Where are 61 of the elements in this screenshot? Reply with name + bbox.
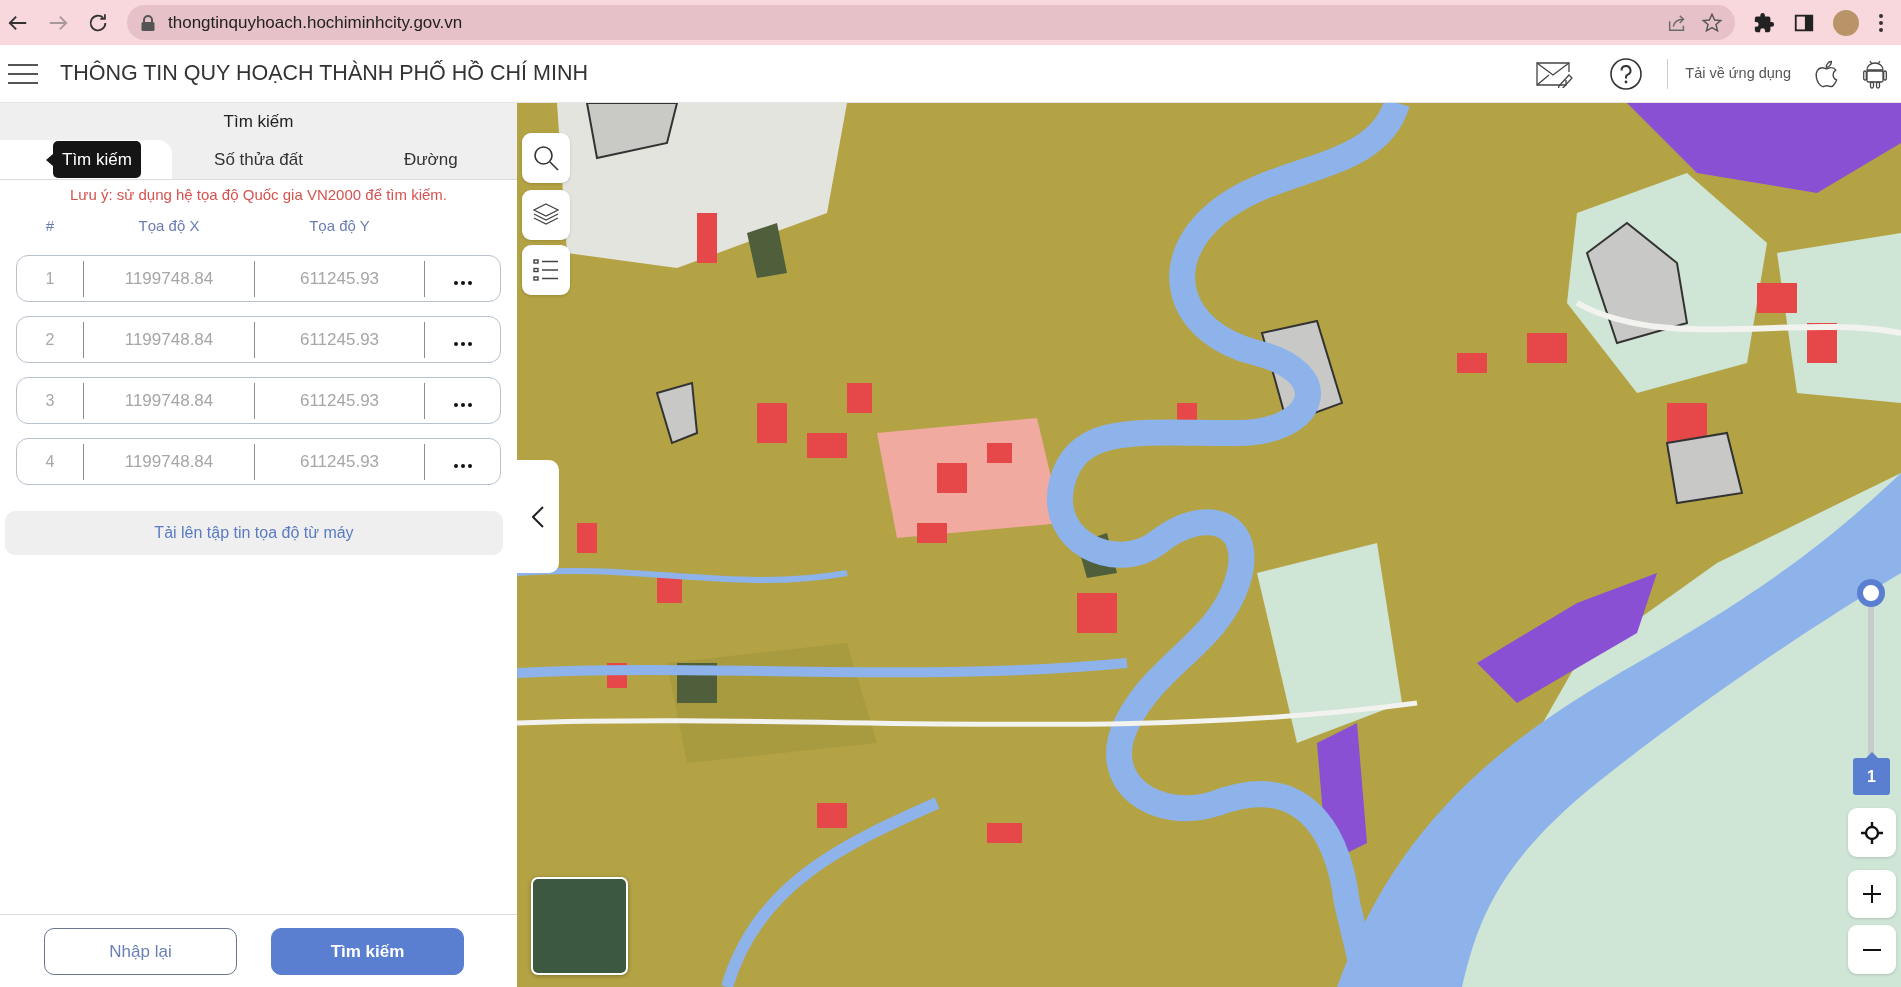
x-coordinate-field[interactable]: 1199748.84 xyxy=(84,380,254,421)
more-options-button[interactable] xyxy=(451,278,474,287)
more-icon xyxy=(453,341,472,346)
row-number: 3 xyxy=(44,390,56,411)
x-coordinate-field[interactable]: 1199748.84 xyxy=(84,441,254,482)
search-submit-button[interactable]: Tìm kiếm xyxy=(271,928,464,975)
download-app-label: Tải về ứng dụng xyxy=(1685,63,1791,83)
coordinate-input-row[interactable]: 2 1199748.84 611245.93 xyxy=(16,316,501,363)
coordinate-input-row[interactable]: 3 1199748.84 611245.93 xyxy=(16,377,501,424)
legend-list-button[interactable] xyxy=(522,245,570,295)
coordinate-input-row[interactable]: 1 1199748.84 611245.93 xyxy=(16,255,501,302)
coordinate-note: Lưu ý: sử dụng hệ tọa độ Quốc gia VN2000 để tìm kiếm. xyxy=(69,185,448,205)
x-coordinate-header: Tọa độ X xyxy=(137,216,201,236)
more-icon xyxy=(453,280,472,285)
reset-button[interactable]: Nhập lại xyxy=(44,928,237,975)
android-icon[interactable] xyxy=(1863,58,1887,89)
y-coordinate-field[interactable]: 611245.93 xyxy=(255,258,424,299)
layers-button[interactable] xyxy=(522,190,570,240)
upload-file-button[interactable]: Tải lên tập tin tọa độ từ máy xyxy=(5,511,503,555)
reload-icon[interactable] xyxy=(87,11,109,34)
zoom-in-button[interactable] xyxy=(1848,870,1896,918)
url-text[interactable]: thongtinquyhoach.hochiminhcity.gov.vn xyxy=(168,9,463,36)
minus-icon xyxy=(1863,948,1881,951)
row-number-header: # xyxy=(44,216,56,236)
tab[interactable]: Đường xyxy=(344,140,517,179)
y-coordinate-field[interactable]: 611245.93 xyxy=(255,319,424,360)
chevron-left-icon xyxy=(532,505,544,528)
lock-icon[interactable] xyxy=(141,14,155,31)
mail-icon[interactable] xyxy=(1536,59,1575,88)
app-title: THÔNG TIN QUY HOẠCH THÀNH PHỐ HỒ CHÍ MINH xyxy=(60,59,588,88)
puzzle-icon[interactable] xyxy=(1753,11,1775,34)
address-bar[interactable]: thongtinquyhoach.hochiminhcity.gov.vn xyxy=(127,5,1735,40)
more-options-button[interactable] xyxy=(451,339,474,348)
menu-icon[interactable] xyxy=(8,62,38,85)
kebab-menu-icon[interactable] xyxy=(1877,11,1885,34)
search-button[interactable] xyxy=(522,133,570,183)
satellite-photo-placeholder[interactable] xyxy=(531,877,628,975)
coordinate-input-row[interactable]: 4 1199748.84 611245.93 xyxy=(16,438,501,485)
tooltip: Tìm kiếm xyxy=(46,141,141,178)
more-options-button[interactable] xyxy=(451,461,474,470)
y-coordinate-field[interactable]: 611245.93 xyxy=(255,441,424,482)
plus-icon xyxy=(1863,885,1881,903)
row-number: 2 xyxy=(44,329,56,350)
locate-button[interactable] xyxy=(1848,808,1896,857)
search-icon xyxy=(533,145,559,171)
row-number: 1 xyxy=(44,268,56,289)
y-coordinate-field[interactable]: 611245.93 xyxy=(255,380,424,421)
panel-title: Tìm kiếm xyxy=(223,110,294,133)
help-icon[interactable] xyxy=(1610,57,1643,90)
crosshair-icon xyxy=(1861,821,1883,844)
y-coordinate-header: Tọa độ Y xyxy=(308,216,371,236)
x-coordinate-field[interactable]: 1199748.84 xyxy=(84,258,254,299)
star-icon[interactable] xyxy=(1701,11,1723,34)
more-icon xyxy=(453,402,472,407)
more-icon xyxy=(453,463,472,468)
x-coordinate-field[interactable]: 1199748.84 xyxy=(84,319,254,360)
more-options-button[interactable] xyxy=(451,400,474,409)
layers-icon xyxy=(533,203,559,227)
tab[interactable]: Số thửa đất xyxy=(172,140,345,179)
row-number: 4 xyxy=(44,451,56,472)
list-icon xyxy=(533,258,559,282)
